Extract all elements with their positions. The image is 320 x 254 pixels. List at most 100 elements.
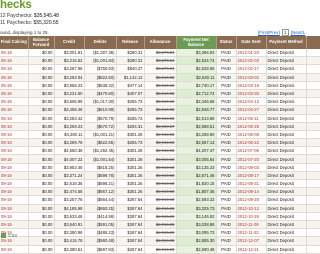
column-header[interactable]: Balance Forward (28, 36, 55, 49)
credit-cell: $3,287.95 (54, 64, 85, 74)
date-sent-link[interactable]: 2012-11-09 (236, 220, 267, 230)
row-date-link[interactable]: 05-19 (0, 73, 29, 82)
debits-cell: ($538.32) (84, 81, 117, 90)
row-date-link[interactable]: 09-19 (0, 220, 29, 230)
date-sent-link[interactable]: 2012-01-20 (236, 49, 267, 58)
row-date-link[interactable]: 09-19 (0, 245, 29, 254)
release-cell: $301.26 (116, 179, 145, 189)
row-date-link[interactable]: 09-19 (0, 163, 29, 172)
payment-method-cell: Direct Deposit (266, 73, 307, 82)
row-date-link[interactable]: 09-19 (0, 130, 29, 140)
payment-method-cell: Direct Deposit (266, 204, 307, 213)
balance-forward-cell: $0.00 (28, 228, 55, 238)
credit-cell: $4,007.22 (54, 154, 85, 164)
row-extra-cell (306, 236, 320, 246)
date-sent-link[interactable]: 2012-12-07 (236, 236, 267, 246)
table-row: 05-19 $0.00 $3,458.46 ($610.99) $265.73 $2,91… (0, 105, 320, 115)
row-date-link[interactable]: 05-19 (0, 89, 29, 99)
row-date-link[interactable]: 09-19 (0, 146, 29, 156)
column-header[interactable]: Payment Method (266, 36, 307, 49)
date-sent-link[interactable]: 2012-07-06 (236, 146, 267, 156)
date-sent-link[interactable]: 2012-03-02 (236, 73, 267, 82)
credit-cell: $3,262.04 (54, 73, 85, 82)
allowance-cell: $2,916.03 (144, 105, 177, 115)
balance-forward-cell: $0.00 (28, 146, 55, 156)
date-sent-link[interactable]: 2012-03-30 (236, 89, 267, 99)
table-row: 09-19 $0.00 $3,257.76 ($664.44) $267.64 $2,91… (0, 195, 320, 205)
row-extra-cell (306, 97, 320, 107)
row-date-link[interactable]: 09-19 (0, 204, 29, 213)
allowance-cell: $2,916.03 (144, 73, 177, 82)
balance-forward-cell: $0.00 (28, 187, 55, 197)
column-header[interactable]: Status (216, 36, 237, 49)
date-sent-link[interactable]: 2012-06-22 (236, 138, 267, 148)
row-date-link[interactable]: 05-19 (0, 97, 29, 107)
allowance-cell: $2,916.03 (144, 130, 177, 140)
debits-cell: ($414.99) (84, 212, 117, 221)
row-date-link[interactable]: 05-19 (0, 122, 29, 131)
row-date-link[interactable]: 09-19 (0, 138, 29, 148)
date-sent-link[interactable]: 2012-12-21 (236, 245, 267, 254)
date-sent-link[interactable]: 2012-10-26 (236, 212, 267, 221)
date-sent-link[interactable]: 2012-07-20 (236, 154, 267, 164)
payment-net-cell: $3,038.86 (176, 220, 217, 230)
balance-forward-cell: $0.00 (28, 204, 55, 213)
row-date-link[interactable]: 05-19 (0, 81, 29, 90)
csv-export-link[interactable]: CSV (8, 233, 17, 238)
release-cell: $267.64 (116, 195, 145, 205)
payment-method-cell: Direct Deposit (266, 179, 307, 189)
column-header[interactable]: Debits (84, 36, 117, 49)
credit-cell: $3,380.51 (54, 245, 85, 254)
row-date-link[interactable]: 05-19 (0, 114, 29, 123)
first-prev-link[interactable]: [First/Prev] (258, 30, 280, 35)
date-sent-link[interactable]: 2012-02-03 (236, 56, 267, 66)
date-sent-link[interactable]: 2012-11-23 (236, 228, 267, 238)
date-sent-link[interactable]: 2012-09-14 (236, 187, 267, 197)
row-date-link[interactable]: 05-19 (0, 105, 29, 115)
row-date-link[interactable]: 09-19 (0, 154, 29, 164)
column-header[interactable]: Release (116, 36, 145, 49)
column-header[interactable]: Final Calcing (0, 36, 29, 49)
date-sent-link[interactable]: 2012-02-17 (236, 64, 267, 74)
payment-net-cell: $2,671.46 (176, 171, 217, 181)
debits-cell: ($818.25) (84, 163, 117, 172)
table-row: 05-19 $0.00 $3,283.42 ($570.79) $265.73 $2,91… (0, 114, 320, 123)
pagination: [First/Prev] 1 [Next/L (258, 29, 305, 36)
row-date-link[interactable]: 05-19 (0, 64, 29, 74)
status-cell: PAID (216, 154, 237, 164)
date-sent-link[interactable]: 2012-08-31 (236, 179, 267, 189)
date-sent-link[interactable]: 2012-03-16 (236, 81, 267, 90)
next-last-link[interactable]: [Next/L (291, 30, 305, 35)
status-cell: PAID (216, 138, 237, 148)
status-cell: PAID (216, 179, 237, 189)
release-cell: $301.26 (116, 163, 145, 172)
date-sent-link[interactable]: 2012-08-03 (236, 163, 267, 172)
date-sent-link[interactable]: 2012-04-27 (236, 105, 267, 115)
date-sent-link[interactable]: 2012-10-12 (236, 204, 267, 213)
row-date-link[interactable]: 09-19 (0, 171, 29, 181)
csv-file-icon[interactable] (1, 233, 6, 239)
date-sent-link[interactable]: 2012-05-11 (236, 114, 267, 123)
row-date-link[interactable]: 09-19 (0, 187, 29, 197)
date-sent-link[interactable]: 2012-09-28 (236, 195, 267, 205)
date-sent-link[interactable]: 2012-08-17 (236, 171, 267, 181)
column-header[interactable]: Credit (54, 36, 85, 49)
row-date-link[interactable]: 09-19 (0, 195, 29, 205)
table-row: 09-19 $0.00 $4,550.38 ($1,292.45) $301.26 $2,… (0, 146, 320, 156)
payment-method-cell: Direct Deposit (266, 105, 307, 115)
column-header[interactable]: Date Sent (236, 36, 267, 49)
credit-cell: $3,380.96 (54, 228, 85, 238)
date-sent-link[interactable]: 2012-04-13 (236, 97, 267, 107)
payment-method-cell: Direct Deposit (266, 236, 307, 246)
payment-net-cell: $3,135.23 (176, 163, 217, 172)
row-date-link[interactable]: 09-19 (0, 179, 29, 189)
row-date-link[interactable]: 05-19 (0, 49, 29, 58)
row-date-link[interactable]: 05-19 (0, 56, 29, 66)
date-sent-link[interactable]: 2012-06-08 (236, 130, 267, 140)
column-header[interactable]: Payment Net Balance (176, 36, 217, 49)
payment-net-cell: $2,740.17 (176, 81, 217, 90)
date-sent-link[interactable]: 2012-05-25 (236, 122, 267, 131)
balance-forward-cell: $0.00 (28, 49, 55, 58)
row-date-link[interactable]: 09-19 (0, 212, 29, 221)
column-header[interactable]: Allowance (144, 36, 177, 49)
